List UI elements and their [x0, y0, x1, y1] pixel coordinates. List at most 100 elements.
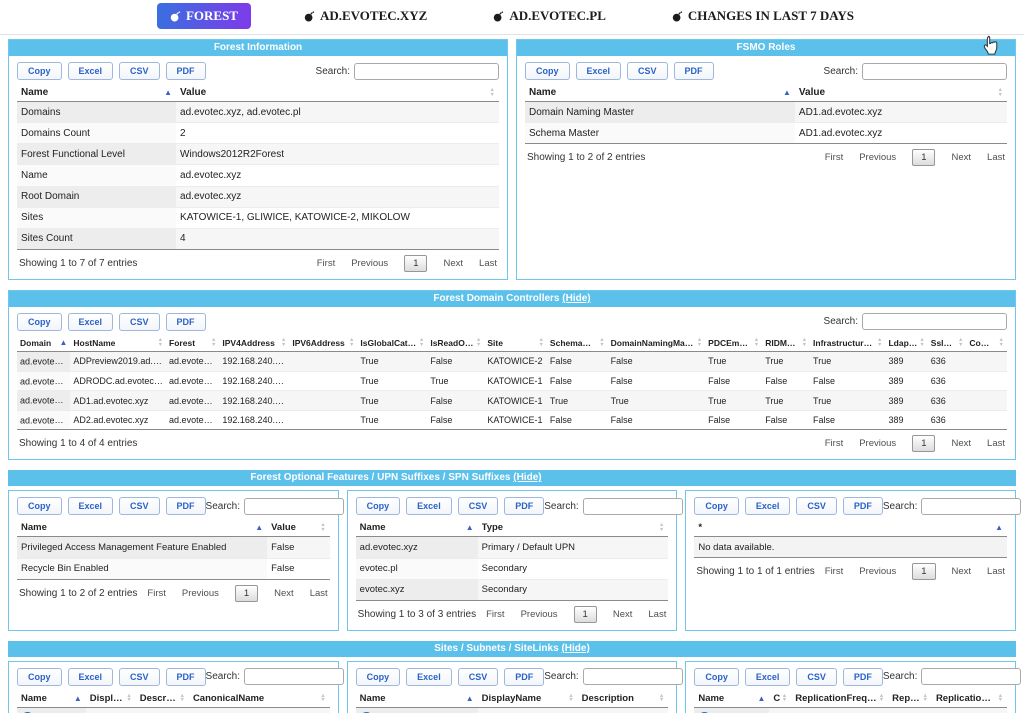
column-header[interactable]: Site▲▼: [484, 336, 547, 352]
search-input[interactable]: [354, 63, 499, 80]
previous-button[interactable]: Previous: [859, 566, 896, 577]
previous-button[interactable]: Previous: [351, 258, 388, 269]
column-header[interactable]: LdapPort▲▼: [885, 336, 927, 352]
search-input[interactable]: [244, 498, 344, 515]
search-input[interactable]: [583, 498, 683, 515]
next-button[interactable]: Next: [952, 566, 972, 577]
page-number-button[interactable]: 1: [912, 563, 935, 580]
csv-button[interactable]: CSV: [119, 668, 160, 686]
column-header[interactable]: DisplayName▲▼: [478, 691, 578, 708]
column-header[interactable]: InfrastructureMaster▲▼: [810, 336, 885, 352]
column-header[interactable]: Value▲▼: [267, 520, 330, 537]
column-header[interactable]: IsReadOnly▲▼: [427, 336, 484, 352]
csv-button[interactable]: CSV: [119, 62, 160, 80]
column-header[interactable]: SslPort▲▼: [928, 336, 967, 352]
copy-button[interactable]: Copy: [356, 497, 401, 515]
column-header[interactable]: Domain▲: [17, 336, 70, 352]
copy-button[interactable]: Copy: [694, 668, 739, 686]
excel-button[interactable]: Excel: [745, 668, 791, 686]
last-button[interactable]: Last: [310, 588, 328, 599]
pdf-button[interactable]: PDF: [674, 62, 714, 80]
excel-button[interactable]: Excel: [406, 668, 452, 686]
csv-button[interactable]: CSV: [458, 668, 499, 686]
copy-button[interactable]: Copy: [17, 313, 62, 331]
csv-button[interactable]: CSV: [119, 497, 160, 515]
column-header[interactable]: SchemaMaster▲▼: [547, 336, 608, 352]
page-number-button[interactable]: 1: [235, 585, 258, 602]
tab-forest[interactable]: FOREST: [157, 3, 251, 29]
column-header[interactable]: Description▲▼: [578, 691, 669, 708]
csv-button[interactable]: CSV: [627, 62, 668, 80]
first-button[interactable]: First: [825, 152, 843, 163]
tab-ad-evotec-xyz[interactable]: AD.EVOTEC.XYZ: [291, 3, 440, 29]
search-input[interactable]: [921, 498, 1021, 515]
next-button[interactable]: Next: [274, 588, 294, 599]
column-header[interactable]: HostName▲▼: [70, 336, 166, 352]
column-header[interactable]: Comment▲▼: [966, 336, 1007, 352]
previous-button[interactable]: Previous: [859, 438, 896, 449]
previous-button[interactable]: Previous: [859, 152, 896, 163]
column-header[interactable]: CanonicalName▲▼: [189, 691, 330, 708]
page-number-button[interactable]: 1: [912, 435, 935, 452]
first-button[interactable]: First: [317, 258, 335, 269]
previous-button[interactable]: Previous: [521, 609, 558, 620]
column-header[interactable]: Name▲: [17, 691, 86, 708]
column-header[interactable]: ReplicationSchedule▲▼: [932, 691, 1007, 708]
page-number-button[interactable]: 1: [574, 606, 597, 623]
column-header[interactable]: Description▲▼: [136, 691, 189, 708]
column-header[interactable]: IPV6Address▲▼: [289, 336, 357, 352]
column-header[interactable]: Name▲: [356, 520, 478, 537]
page-number-button[interactable]: 1: [404, 255, 427, 272]
column-header[interactable]: Type▲▼: [478, 520, 669, 537]
next-button[interactable]: Next: [443, 258, 463, 269]
column-header[interactable]: ReplicationFrequencyInMinutes▲▼: [791, 691, 888, 708]
hide-link[interactable]: (Hide): [561, 643, 589, 654]
column-header[interactable]: Name▲: [17, 85, 176, 102]
last-button[interactable]: Last: [987, 152, 1005, 163]
pdf-button[interactable]: PDF: [843, 668, 883, 686]
next-button[interactable]: Next: [613, 609, 633, 620]
excel-button[interactable]: Excel: [68, 313, 114, 331]
excel-button[interactable]: Excel: [68, 497, 114, 515]
column-header[interactable]: IsGlobalCatalog▲▼: [357, 336, 427, 352]
pdf-button[interactable]: PDF: [166, 497, 206, 515]
excel-button[interactable]: Excel: [406, 497, 452, 515]
csv-button[interactable]: CSV: [796, 497, 837, 515]
last-button[interactable]: Last: [479, 258, 497, 269]
search-input[interactable]: [862, 313, 1007, 330]
excel-button[interactable]: Excel: [745, 497, 791, 515]
first-button[interactable]: First: [486, 609, 504, 620]
copy-button[interactable]: Copy: [356, 668, 401, 686]
last-button[interactable]: Last: [648, 609, 666, 620]
csv-button[interactable]: CSV: [458, 497, 499, 515]
column-header[interactable]: RIDMaster▲▼: [762, 336, 810, 352]
hide-link[interactable]: (Hide): [513, 472, 541, 483]
csv-button[interactable]: CSV: [119, 313, 160, 331]
first-button[interactable]: First: [825, 566, 843, 577]
excel-button[interactable]: Excel: [576, 62, 622, 80]
excel-button[interactable]: Excel: [68, 62, 114, 80]
column-header[interactable]: *▲: [694, 520, 1007, 537]
column-header[interactable]: Name▲: [17, 520, 267, 537]
first-button[interactable]: First: [147, 588, 165, 599]
search-input[interactable]: [921, 668, 1021, 685]
search-input[interactable]: [862, 63, 1007, 80]
excel-button[interactable]: Excel: [68, 668, 114, 686]
column-header[interactable]: Name▲: [694, 691, 769, 708]
previous-button[interactable]: Previous: [182, 588, 219, 599]
csv-button[interactable]: CSV: [796, 668, 837, 686]
copy-button[interactable]: Copy: [694, 497, 739, 515]
last-button[interactable]: Last: [987, 566, 1005, 577]
column-header[interactable]: ReplInterval▲▼: [888, 691, 932, 708]
column-header[interactable]: Forest▲▼: [166, 336, 219, 352]
pdf-button[interactable]: PDF: [843, 497, 883, 515]
copy-button[interactable]: Copy: [525, 62, 570, 80]
first-button[interactable]: First: [825, 438, 843, 449]
next-button[interactable]: Next: [951, 438, 971, 449]
column-header[interactable]: Value▲▼: [795, 85, 1007, 102]
column-header[interactable]: Value▲▼: [176, 85, 499, 102]
column-header[interactable]: Name▲: [525, 85, 795, 102]
column-header[interactable]: DisplayName▲▼: [86, 691, 136, 708]
tab-ad-evotec-pl[interactable]: AD.EVOTEC.PL: [480, 3, 619, 29]
hide-link[interactable]: (Hide): [562, 293, 590, 304]
